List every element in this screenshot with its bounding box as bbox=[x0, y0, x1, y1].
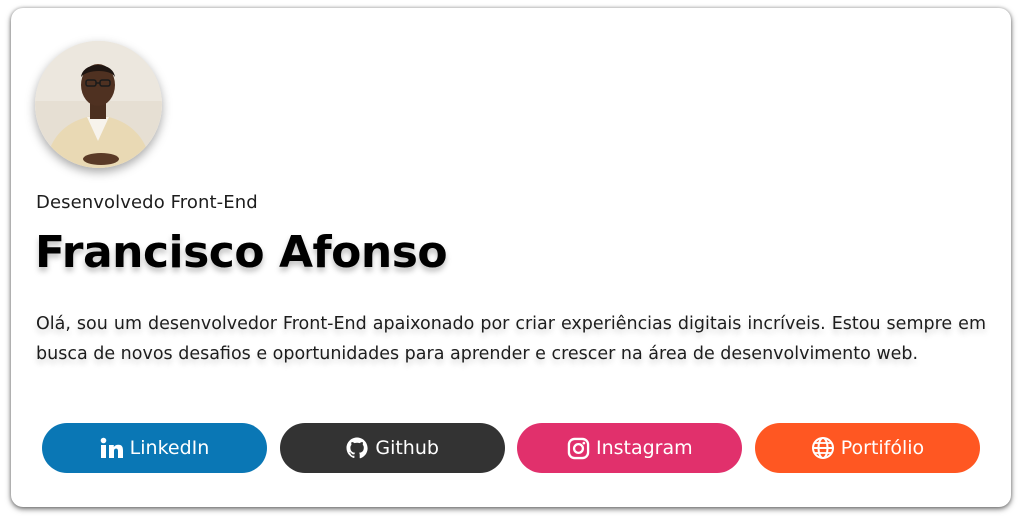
profile-name: Francisco Afonso bbox=[35, 227, 448, 278]
linkedin-label: LinkedIn bbox=[129, 437, 210, 459]
instagram-label: Instagram bbox=[595, 437, 693, 459]
portfolio-label: Portifólio bbox=[840, 437, 925, 459]
profile-bio: Olá, sou um desenvolvedor Front-End apai… bbox=[36, 314, 986, 364]
github-icon bbox=[345, 436, 369, 460]
linkedin-icon bbox=[100, 437, 124, 459]
globe-icon bbox=[811, 436, 835, 460]
github-label: Github bbox=[375, 437, 439, 459]
linkedin-button[interactable]: LinkedIn bbox=[42, 423, 267, 473]
instagram-button[interactable]: Instagram bbox=[517, 423, 743, 473]
avatar bbox=[35, 41, 162, 168]
portfolio-button[interactable]: Portifólio bbox=[754, 423, 980, 473]
profile-card: Desenvolvedo Front-End Francisco Afonso … bbox=[11, 8, 1011, 507]
social-links: LinkedIn Github Instagram Portifólio bbox=[42, 423, 980, 473]
github-button[interactable]: Github bbox=[279, 423, 505, 473]
avatar-photo bbox=[35, 41, 162, 168]
job-title: Desenvolvedo Front-End bbox=[36, 192, 258, 213]
instagram-icon bbox=[567, 437, 590, 460]
